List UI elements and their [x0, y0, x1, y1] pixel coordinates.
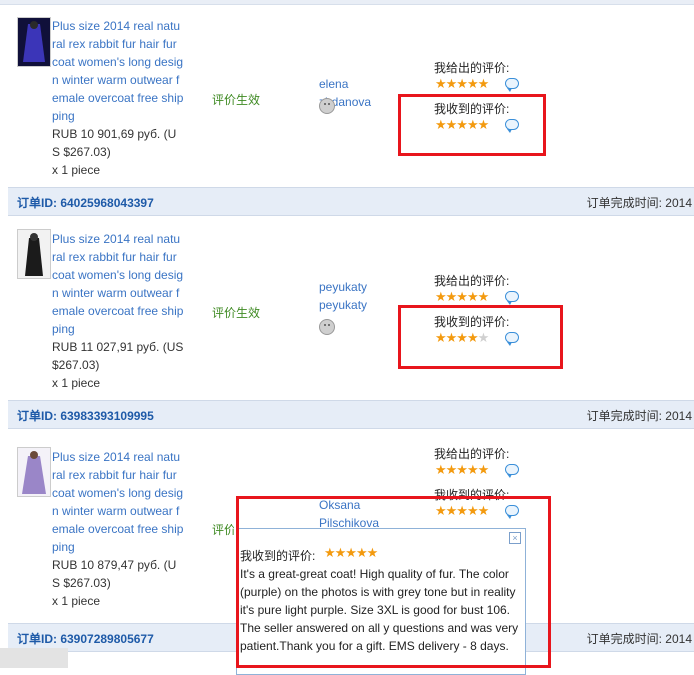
product-price: RUB 10 879,47 руб. (US $267.03) [52, 558, 177, 590]
given-review-label: 我给出的评价: [434, 61, 510, 75]
highlight-box [398, 94, 546, 156]
review-status: 评价生效 [212, 306, 261, 320]
given-review-stars: ★★★★★ [435, 462, 489, 477]
given-review-label: 我给出的评价: [434, 274, 510, 288]
product-price: RUB 10 901,69 руб. (US $267.03) [52, 127, 177, 159]
order-header-bar: 订单ID: 63983393109995 订单完成时间: 2014 [8, 400, 694, 429]
product-quantity: x 1 piece [52, 376, 101, 390]
order-complete-time: 订单完成时间: 2014 [586, 632, 692, 646]
given-review-label: 我给出的评价: [434, 447, 510, 461]
order-complete-time: 订单完成时间: 2014 [586, 409, 692, 423]
product-quantity: x 1 piece [52, 594, 101, 608]
highlight-box [398, 305, 563, 369]
comment-bubble-icon[interactable] [505, 291, 519, 305]
product-title-link[interactable]: Plus size 2014 real natural rex rabbit f… [52, 17, 184, 125]
buyer-avatar-icon [319, 98, 335, 114]
product-thumbnail[interactable] [17, 447, 51, 497]
product-price: RUB 11 027,91 руб. (US $267.03) [52, 340, 184, 372]
comment-bubble-icon[interactable] [505, 78, 519, 92]
product-thumbnail[interactable] [17, 229, 51, 279]
order-complete-time: 订单完成时间: 2014 [586, 196, 692, 210]
product-title-link[interactable]: Plus size 2014 real natural rex rabbit f… [52, 448, 184, 556]
top-divider [0, 0, 694, 5]
buyer-avatar-icon [319, 319, 335, 335]
order-id[interactable]: 订单ID: 63907289805677 [17, 630, 154, 647]
given-review-stars: ★★★★★ [435, 76, 489, 91]
order-id[interactable]: 订单ID: 64025968043397 [17, 194, 154, 211]
order-header-bar: 订单ID: 64025968043397 订单完成时间: 2014 [8, 187, 694, 216]
product-quantity: x 1 piece [52, 163, 101, 177]
footer-gray-block [0, 648, 68, 668]
buyer-name-link[interactable]: peyukaty peyukaty [319, 278, 399, 314]
review-status: 评价生效 [212, 93, 261, 107]
highlight-box [236, 496, 551, 668]
comment-bubble-icon[interactable] [505, 464, 519, 478]
review-status: 评价生效 [212, 523, 234, 537]
product-thumbnail[interactable] [17, 17, 51, 67]
order-id[interactable]: 订单ID: 63983393109995 [17, 407, 154, 424]
product-title-link[interactable]: Plus size 2014 real natural rex rabbit f… [52, 230, 184, 338]
given-review-stars: ★★★★★ [435, 289, 489, 304]
